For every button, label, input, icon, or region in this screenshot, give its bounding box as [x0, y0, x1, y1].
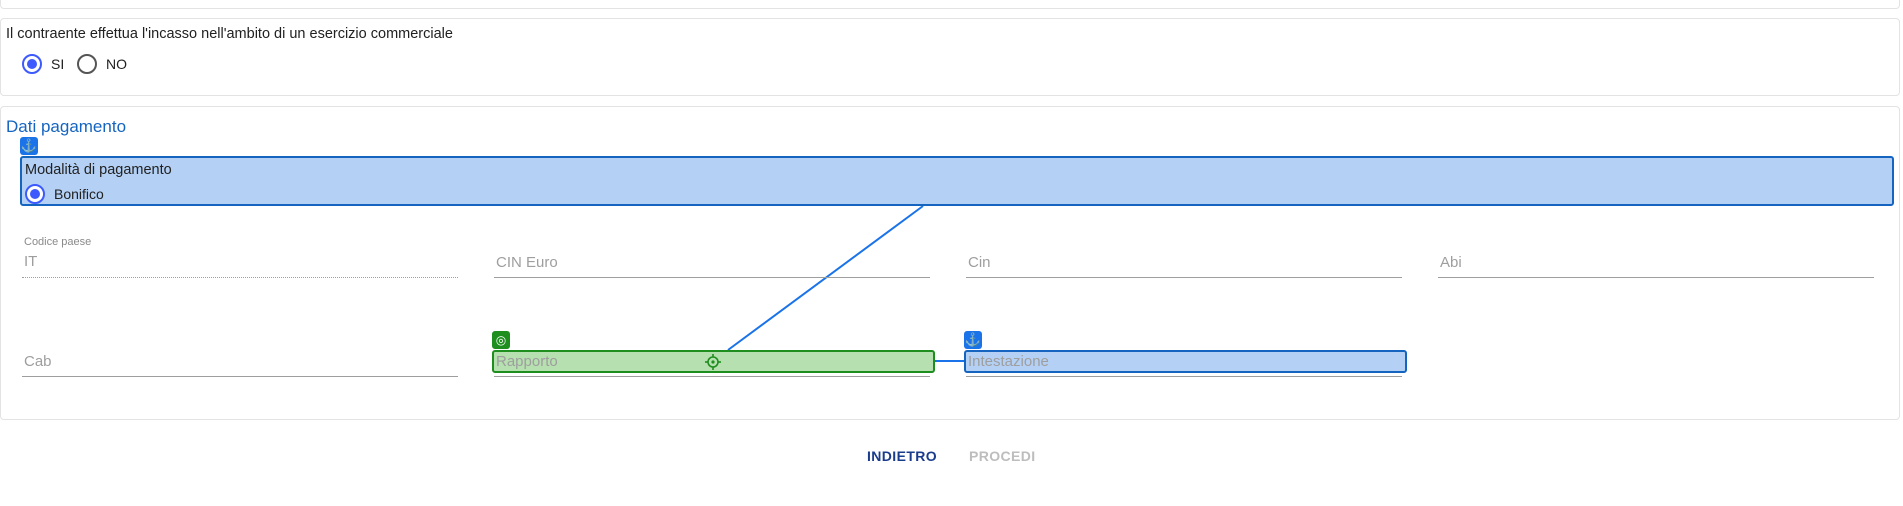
radio-option-no[interactable]: NO	[77, 54, 127, 74]
radio-option-si[interactable]: SI	[22, 54, 64, 74]
cin-field[interactable]: Cin	[966, 236, 1402, 280]
intestazione-field[interactable]: Intestazione	[966, 336, 1402, 380]
radio-option-bonifico[interactable]: Bonifico	[25, 184, 104, 204]
radio-label-no: NO	[106, 56, 127, 72]
payment-method-label: Modalità di pagamento	[25, 162, 172, 178]
cin-euro-field[interactable]: CIN Euro	[494, 236, 930, 280]
question-text: Il contraente effettua l'incasso nell'am…	[6, 26, 453, 42]
codice-paese-label: Codice paese	[24, 236, 92, 248]
crosshair-icon	[705, 354, 721, 370]
intestazione-placeholder: Intestazione	[968, 353, 1049, 370]
codice-paese-value: IT	[24, 253, 38, 270]
codice-paese-field[interactable]: Codice paese IT	[22, 236, 458, 280]
radio-button-no[interactable]	[77, 54, 97, 74]
previous-card	[0, 0, 1900, 9]
rapporto-placeholder: Rapporto	[496, 353, 558, 370]
payment-method-group: Modalità di pagamento Bonifico	[20, 156, 1894, 206]
cab-field[interactable]: Cab	[22, 336, 458, 380]
anchor-icon: ⚓	[20, 137, 38, 155]
cin-placeholder: Cin	[968, 254, 991, 271]
abi-field[interactable]: Abi	[1438, 236, 1874, 280]
back-button[interactable]: INDIETRO	[867, 448, 937, 464]
cab-placeholder: Cab	[24, 353, 52, 370]
cin-euro-placeholder: CIN Euro	[496, 254, 558, 271]
radio-button-bonifico[interactable]	[25, 184, 45, 204]
section-title: Dati pagamento	[6, 117, 127, 136]
proceed-button[interactable]: PROCEDI	[969, 448, 1036, 464]
radio-label-bonifico: Bonifico	[54, 186, 104, 202]
abi-placeholder: Abi	[1440, 254, 1462, 271]
radio-label-si: SI	[51, 56, 65, 72]
radio-button-si[interactable]	[22, 54, 42, 74]
